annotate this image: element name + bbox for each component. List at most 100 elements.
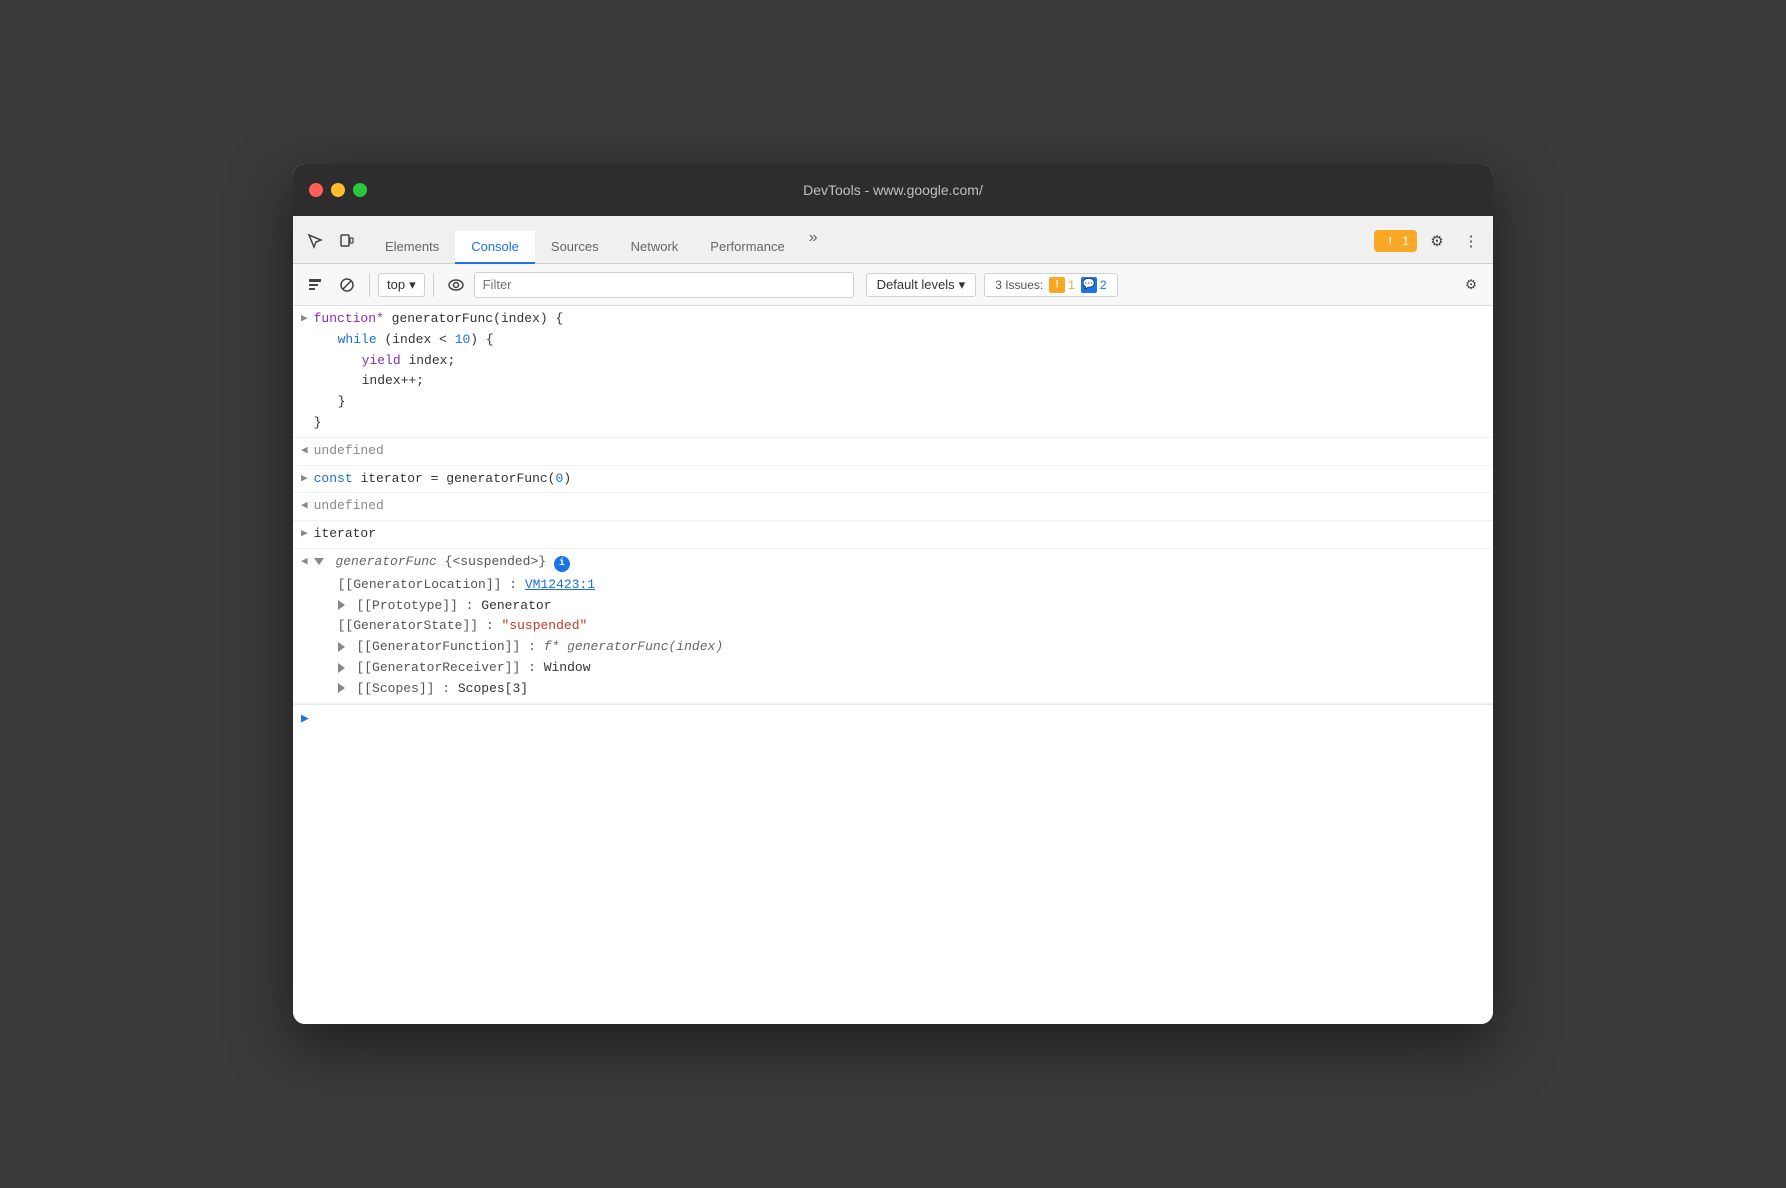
code-line: while (index < 10) { [338, 330, 1485, 351]
prop-key: [[GeneratorReceiver]] [356, 660, 520, 675]
output-value: undefined [314, 496, 1485, 517]
expand-arrow[interactable]: ▶ [301, 469, 308, 490]
prompt-caret: ▶ [301, 711, 309, 726]
tab-console[interactable]: Console [455, 231, 535, 264]
close-button[interactable] [309, 183, 323, 197]
console-prompt[interactable]: ▶ [293, 704, 1493, 732]
filter-input[interactable] [474, 272, 854, 298]
object-name: iterator [314, 526, 376, 541]
code-line: yield index; [362, 351, 1485, 372]
prop-value: Generator [481, 598, 551, 613]
info-badge-icon: 💬 [1081, 277, 1097, 293]
levels-dropdown[interactable]: Default levels ▾ [866, 273, 977, 297]
property-generator-receiver: [[GeneratorReceiver]] : Window [338, 658, 1485, 679]
code-line: } [314, 413, 1485, 434]
window-title: DevTools - www.google.com/ [803, 182, 983, 198]
info-count: 💬 2 [1081, 277, 1107, 293]
info-badge[interactable]: i [554, 556, 570, 572]
more-options-icon[interactable]: ⋮ [1457, 227, 1485, 255]
undefined-text: undefined [314, 443, 384, 458]
console-entry-iterator-assign: ▶ const iterator = generatorFunc(0) [293, 466, 1493, 494]
generator-name: generatorFunc [335, 554, 436, 569]
prop-value: Window [544, 660, 591, 675]
issues-count-badge[interactable]: 3 Issues: ! 1 💬 2 [984, 273, 1117, 297]
expand-arrow[interactable]: ▶ [301, 309, 308, 329]
object-preview: iterator [314, 524, 1485, 545]
devtools-window: DevTools - www.google.com/ Elements Cons… [293, 164, 1493, 1024]
toolbar-divider-2 [433, 273, 434, 297]
collapse-arrow[interactable]: ◀ [301, 552, 308, 572]
property-prototype: [[Prototype]] : Generator [338, 596, 1485, 617]
tabs-right-actions: ! 1 ⚙ ⋮ [1374, 227, 1485, 255]
colon: : [509, 577, 525, 592]
console-output[interactable]: ▶ function* generatorFunc(index) { while… [293, 306, 1493, 1024]
code-line: } [338, 392, 1485, 413]
output-value: undefined [314, 441, 1485, 462]
colon: : [528, 660, 544, 675]
prop-key: [[Scopes]] [356, 681, 434, 696]
undefined-text: undefined [314, 498, 384, 513]
toolbar-divider [369, 273, 370, 297]
expand-tri-icon[interactable] [338, 642, 345, 652]
property-scopes: [[Scopes]] : Scopes[3] [338, 679, 1485, 700]
warn-badge-icon: ! [1049, 277, 1065, 293]
descriptor: {<suspended>} [445, 554, 546, 569]
expand-arrow[interactable]: ▶ [301, 524, 308, 545]
colon: : [442, 681, 458, 696]
chevron-down-icon: ▾ [409, 277, 416, 293]
more-tabs-button[interactable]: » [801, 221, 826, 255]
eye-icon[interactable] [442, 271, 470, 299]
prop-value: Scopes[3] [458, 681, 528, 696]
vm-link[interactable]: VM12423:1 [525, 577, 595, 592]
code-text: iterator = generatorFunc( [360, 471, 555, 486]
collapse-tri-icon[interactable] [314, 558, 324, 565]
expanded-object: generatorFunc {<suspended>} i [[Generato… [314, 552, 1485, 700]
prop-value: "suspended" [501, 618, 587, 633]
console-entry-function-def: ▶ function* generatorFunc(index) { while… [293, 306, 1493, 438]
console-entry-undefined-2: ◀ undefined [293, 493, 1493, 521]
property-generator-state: [[GeneratorState]] : "suspended" [338, 616, 1485, 637]
traffic-lights [309, 183, 367, 197]
code-line: index++; [362, 371, 1485, 392]
prop-key: [[GeneratorLocation]] [338, 577, 502, 592]
minimize-button[interactable] [331, 183, 345, 197]
code-content: const iterator = generatorFunc(0) [314, 469, 1485, 490]
console-toolbar: top ▾ Default levels ▾ 3 Issues: ! 1 💬 2 [293, 264, 1493, 306]
warn-icon: ! [1382, 233, 1398, 249]
console-settings-icon[interactable]: ⚙ [1457, 271, 1485, 299]
prop-key: [[Prototype]] [356, 598, 457, 613]
tab-elements[interactable]: Elements [369, 231, 455, 264]
property-generator-function: [[GeneratorFunction]] : f* generatorFunc… [338, 637, 1485, 658]
tabs-bar: Elements Console Sources Network Perform… [293, 216, 1493, 264]
block-icon[interactable] [333, 271, 361, 299]
colon: : [466, 598, 482, 613]
code-content: function* generatorFunc(index) { while (… [314, 309, 1485, 434]
maximize-button[interactable] [353, 183, 367, 197]
devtools-icons [301, 227, 361, 255]
tab-sources[interactable]: Sources [535, 231, 615, 264]
prop-key: [[GeneratorState]] [338, 618, 478, 633]
expand-tri-icon[interactable] [338, 663, 345, 673]
colon: : [528, 639, 544, 654]
clear-console-icon[interactable] [301, 271, 329, 299]
titlebar: DevTools - www.google.com/ [293, 164, 1493, 216]
expand-tri-icon[interactable] [338, 683, 345, 693]
prop-key: [[GeneratorFunction]] [356, 639, 520, 654]
keyword: const [314, 471, 353, 486]
expand-tri-icon[interactable] [338, 600, 345, 610]
inspect-icon[interactable] [301, 227, 329, 255]
context-selector[interactable]: top ▾ [378, 273, 425, 297]
colon: : [486, 618, 502, 633]
chevron-down-icon: ▾ [959, 277, 966, 293]
warn-count: ! 1 [1049, 277, 1075, 293]
code-line: function* generatorFunc(index) { [314, 309, 1485, 330]
console-entry-undefined-1: ◀ undefined [293, 438, 1493, 466]
return-arrow: ◀ [301, 441, 308, 462]
settings-icon[interactable]: ⚙ [1423, 227, 1451, 255]
code-text: ) [563, 471, 571, 486]
tab-network[interactable]: Network [615, 231, 695, 264]
issues-badge[interactable]: ! 1 [1374, 230, 1417, 252]
tab-performance[interactable]: Performance [694, 231, 800, 264]
prop-value: f* generatorFunc(index) [544, 639, 723, 654]
device-icon[interactable] [333, 227, 361, 255]
